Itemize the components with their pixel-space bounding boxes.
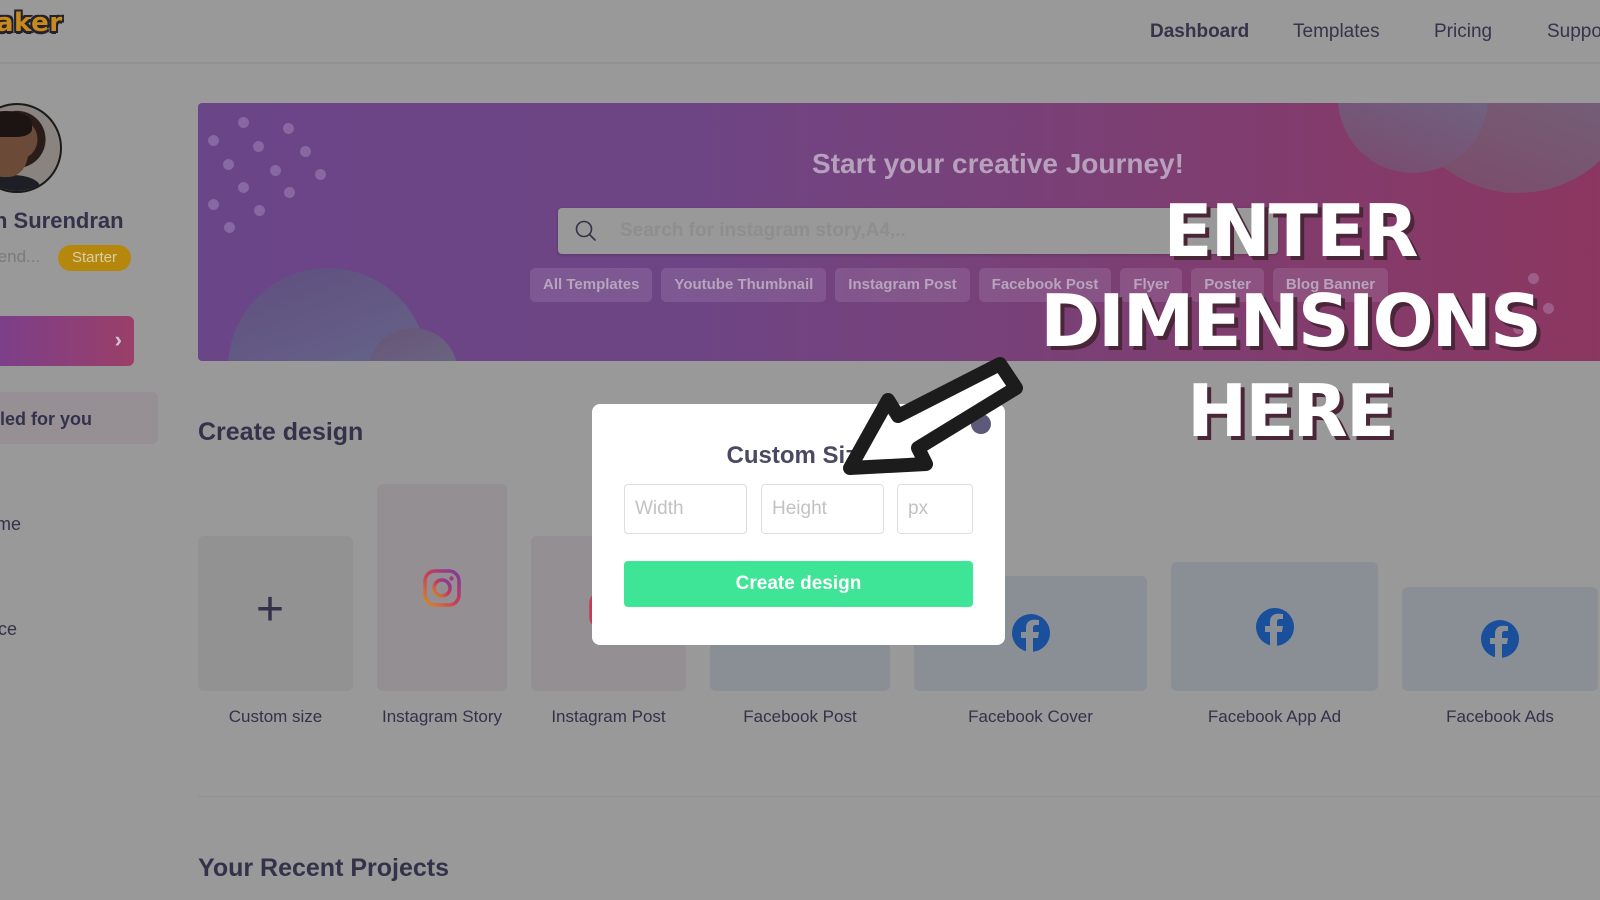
- create-design-heading: Create design: [198, 418, 364, 446]
- annotation-line: DIMENSIONS: [1040, 279, 1542, 363]
- card-label: Facebook App Ad: [1207, 707, 1342, 726]
- user-email: rend...: [0, 247, 41, 266]
- decor-dot: [224, 222, 235, 233]
- user-name: h Surendran: [0, 208, 124, 233]
- chip-youtube-thumbnail[interactable]: Youtube Thumbnail: [661, 268, 827, 302]
- search-icon: [575, 220, 596, 241]
- recent-projects-heading: Your Recent Projects: [198, 854, 450, 882]
- card-label: Custom size: [228, 707, 323, 726]
- decor-dot: [254, 205, 265, 216]
- nav-dashboard[interactable]: Dashboard: [1150, 21, 1249, 43]
- sidebar-item-workspace[interactable]: ce: [0, 619, 17, 640]
- decor-dot: [238, 117, 249, 128]
- nav-support[interactable]: Suppo: [1547, 21, 1600, 43]
- annotation-line: ENTER: [1163, 189, 1418, 273]
- app-logo[interactable]: aker: [0, 8, 63, 38]
- card-label: Facebook Cover: [968, 707, 1093, 726]
- sidebar-item-recommended[interactable]: led for you: [0, 392, 158, 444]
- instagram-icon: [423, 569, 461, 607]
- nav-pricing[interactable]: Pricing: [1434, 21, 1492, 43]
- upgrade-button[interactable]: ›: [0, 316, 134, 366]
- card-label: Facebook Post: [743, 707, 857, 726]
- plan-badge: Starter: [58, 245, 132, 271]
- chip-instagram-post[interactable]: Instagram Post: [835, 268, 970, 302]
- unit-select[interactable]: [897, 484, 973, 534]
- nav-templates[interactable]: Templates: [1293, 21, 1380, 43]
- user-avatar[interactable]: [0, 103, 62, 193]
- create-design-button[interactable]: Create design: [624, 561, 973, 607]
- height-input[interactable]: [761, 484, 884, 534]
- card-label: Instagram Post: [551, 707, 666, 726]
- chip-all-templates[interactable]: All Templates: [530, 268, 653, 302]
- top-navigation-bar: aker Dashboard Templates Pricing Suppo: [0, 0, 1600, 64]
- plus-icon: +: [256, 583, 285, 636]
- decor-dot: [208, 135, 219, 146]
- card-label: Instagram Story: [382, 707, 502, 726]
- width-input[interactable]: [624, 484, 747, 534]
- decor-dot: [238, 182, 249, 193]
- decor-dot: [208, 199, 219, 210]
- banner-title: Start your creative Journey!: [812, 148, 1184, 179]
- sidebar-item-home[interactable]: me: [0, 514, 21, 535]
- decor-dot: [284, 187, 295, 198]
- section-divider: [198, 796, 1600, 797]
- facebook-icon: [1481, 620, 1519, 659]
- decor-dot: [283, 123, 294, 134]
- annotation-arrow-icon: [843, 357, 1023, 475]
- annotation-text: ENTER DIMENSIONS HERE: [1020, 195, 1560, 465]
- card-label: Facebook Ads: [1446, 707, 1554, 726]
- annotation-line: HERE: [1186, 369, 1395, 453]
- facebook-icon: [1256, 608, 1294, 647]
- facebook-icon: [1012, 614, 1050, 653]
- chevron-right-icon: ›: [114, 327, 122, 352]
